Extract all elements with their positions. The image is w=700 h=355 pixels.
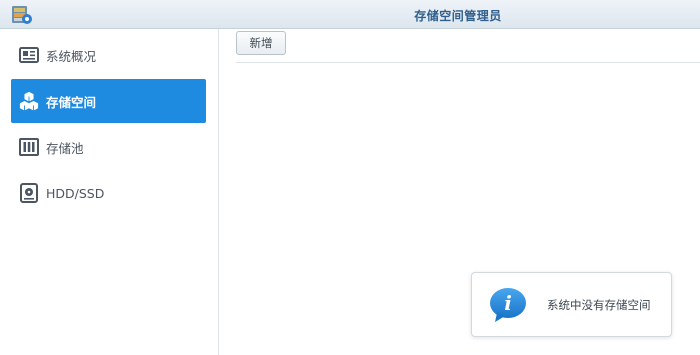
sidebar: 系统概况 存储空间 存储池 HDD/SSD: [0, 29, 219, 355]
svg-text:i: i: [504, 291, 512, 315]
sidebar-item-storage-pool[interactable]: 存储池: [11, 125, 206, 169]
sidebar-item-label: 存储空间: [46, 94, 97, 110]
create-button[interactable]: 新增: [236, 31, 286, 55]
info-bubble-icon: i: [490, 287, 526, 322]
empty-state-notice: i 系统中没有存储空间: [471, 272, 672, 337]
storage-pool-icon: [19, 137, 39, 157]
hard-drive-icon: [19, 183, 39, 203]
window-title: 存储空间管理员: [414, 9, 502, 23]
sidebar-item-overview[interactable]: 系统概况: [11, 33, 206, 77]
sidebar-item-storage-space[interactable]: 存储空间: [11, 79, 206, 123]
sidebar-item-label: HDD/SSD: [46, 185, 105, 201]
sidebar-item-hdd-ssd[interactable]: HDD/SSD: [11, 171, 206, 215]
toolbar-divider: [236, 62, 700, 63]
title-bar: 存储空间管理员: [0, 0, 700, 29]
sidebar-item-label: 系统概况: [46, 48, 97, 64]
notice-message: 系统中没有存储空间: [547, 297, 651, 312]
sidebar-item-label: 存储池: [46, 140, 84, 156]
cubes-icon: [19, 91, 39, 111]
overview-card-icon: [19, 45, 39, 65]
